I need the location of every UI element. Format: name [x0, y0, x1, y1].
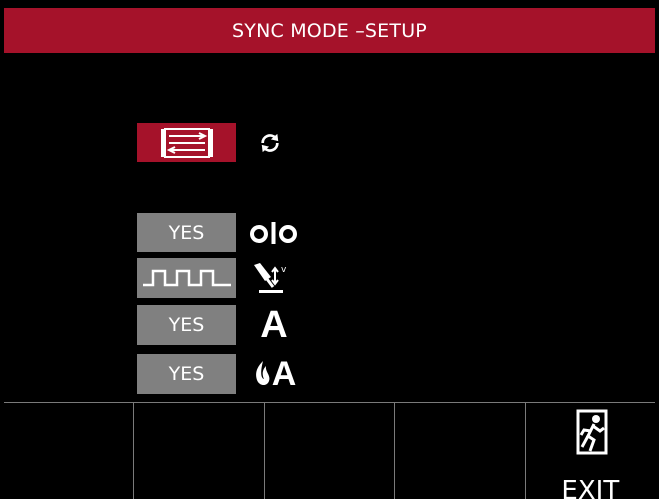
running-man-exit-icon — [576, 409, 608, 455]
setting-hot-start-value[interactable]: YES — [137, 354, 236, 394]
softkey-2[interactable] — [134, 403, 265, 499]
contact-open-close-icon — [244, 213, 304, 252]
setting-ampere-value[interactable]: YES — [137, 305, 236, 345]
refresh-cycle-icon[interactable] — [254, 127, 286, 159]
hot-start-ampere-icon: A — [244, 354, 306, 394]
sync-mode-setup-screen: SYNC MODE –SETUP YES v YES A YES A EXIT — [0, 0, 659, 499]
page-title: SYNC MODE –SETUP — [232, 19, 427, 42]
sync-parallel-arrows-icon — [160, 127, 213, 158]
softkey-4[interactable] — [395, 403, 526, 499]
pulse-waveform-icon — [142, 269, 231, 287]
ampere-icon: A — [260, 304, 288, 346]
exit-button[interactable]: EXIT — [526, 403, 655, 499]
setting-pulse-value[interactable] — [137, 258, 236, 298]
sync-mode-selected-button[interactable] — [137, 123, 236, 162]
setting-contact-value[interactable]: YES — [137, 213, 236, 252]
softkey-3[interactable] — [265, 403, 396, 499]
title-bar: SYNC MODE –SETUP — [4, 8, 655, 53]
wire-feed-voltage-icon: v — [244, 258, 304, 298]
exit-label: EXIT — [561, 476, 620, 499]
softkey-1[interactable] — [4, 403, 135, 499]
softkey-bar: EXIT — [4, 402, 655, 499]
svg-text:v: v — [281, 265, 287, 275]
flame-icon — [255, 361, 270, 386]
